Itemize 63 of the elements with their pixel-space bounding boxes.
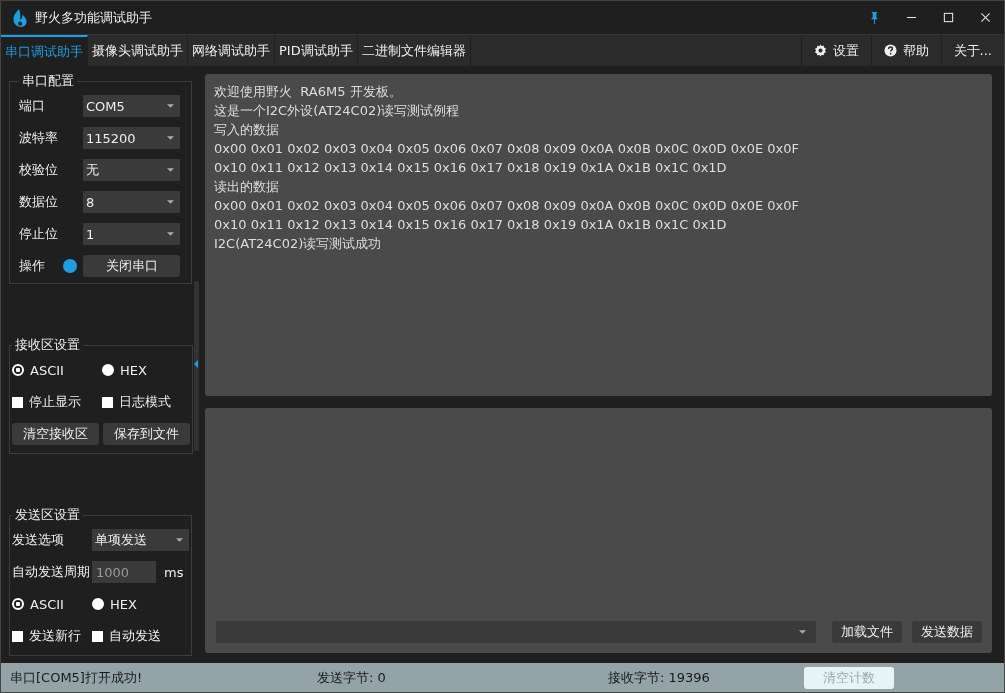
pin-icon[interactable] [869,11,880,24]
caret-icon [167,200,174,204]
action-button[interactable]: 清空接收区 [12,423,99,445]
dropdown[interactable]: 8 [83,191,180,213]
caret-icon [167,232,174,236]
dropdown[interactable]: COM5 [83,95,180,117]
group-title: 串口配置 [21,72,75,90]
dropdown[interactable]: 无 [83,159,180,181]
dropdown[interactable]: 1 [83,223,180,245]
radio-option[interactable]: HEX [92,596,172,612]
receive-line: 0x10 0x11 0x12 0x13 0x14 0x15 0x16 0x17 0x18 0x19 0x1A 0x1B 0x1C 0x1D [214,216,728,234]
checkbox-option[interactable]: 日志模式 [102,393,192,411]
unit-label: ms [164,564,184,580]
close-icon[interactable] [980,12,991,23]
radio-option[interactable]: HEX [102,362,192,378]
caret-icon [167,168,174,172]
settings-icon [813,44,827,57]
radio-option[interactable]: ASCII [12,596,92,612]
tab[interactable]: 串口调试助手 [1,35,88,66]
collapse-arrow-icon[interactable] [194,360,198,368]
receive-line: 0x00 0x01 0x02 0x03 0x04 0x05 0x06 0x07 0x08 0x09 0x0A 0x0B 0x0C 0x0D 0x0E 0x0F [214,197,801,215]
field-label: 自动发送周期 [12,563,91,581]
action-button[interactable]: 加载文件 [832,621,902,643]
receive-line: 这是一个I2C外设(AT24C02)读写测试例程 [214,102,461,120]
field-label: 端口 [19,97,46,115]
sent-count: 发送字节: 0 [317,668,387,687]
receive-line: 写入的数据 [214,121,280,139]
caret-icon [167,104,174,108]
close-port-button[interactable]: 关闭串口 [83,255,180,277]
receive-line: 欢迎使用野火 RA6M5 开发板。 [214,83,403,101]
action-button[interactable]: 发送数据 [912,621,982,643]
received-count: 接收字节: 19396 [608,668,711,687]
dropdown[interactable]: 115200 [83,127,180,149]
window-title: 野火多功能调试助手 [35,8,152,27]
caret-icon [799,630,806,634]
flame-logo-icon [11,7,29,28]
receive-area[interactable] [205,74,992,396]
checkbox-option[interactable]: 发送新行 [12,627,92,645]
maximize-icon[interactable] [943,12,954,23]
send-area[interactable]: 加载文件 发送数据 [205,408,992,653]
field-label: 数据位 [19,193,59,211]
field-label: 停止位 [19,225,59,243]
field-label: 发送选项 [12,531,65,549]
field-label: 操作 [19,257,46,275]
receive-line: 读出的数据 [214,178,280,196]
group-title: 接收区设置 [14,336,81,354]
caret-icon [176,538,183,542]
receive-line: I2C(AT24C02)读写测试成功 [214,235,383,253]
radio-option[interactable]: ASCII [12,362,102,378]
checkbox-option[interactable]: 停止显示 [12,393,102,411]
group-title: 发送区设置 [14,506,81,524]
caret-icon [167,136,174,140]
scrollbar[interactable] [194,281,199,451]
help-icon [883,44,897,57]
status-message: 串口[COM5]打开成功! [10,668,144,687]
checkbox-option[interactable]: 自动发送 [92,627,172,645]
receive-line: 0x10 0x11 0x12 0x13 0x14 0x15 0x16 0x17 0x18 0x19 0x1A 0x1B 0x1C 0x1D [214,159,728,177]
dropdown[interactable]: 单项发送 [92,529,189,551]
field-label: 波特率 [19,129,59,147]
send-input[interactable] [216,621,816,643]
field-label: 校验位 [19,161,59,179]
receive-line: 0x00 0x01 0x02 0x03 0x04 0x05 0x06 0x07 0x08 0x09 0x0A 0x0B 0x0C 0x0D 0x0E 0x0F [214,140,801,158]
action-button[interactable]: 保存到文件 [103,423,190,445]
